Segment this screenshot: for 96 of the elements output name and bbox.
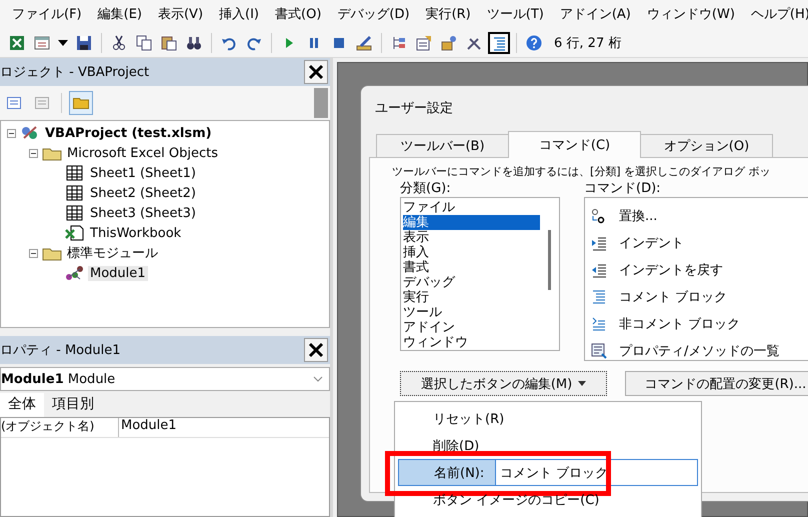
list-item[interactable]: 置換... <box>619 206 658 224</box>
list-item[interactable]: インデント <box>619 234 684 252</box>
project-icon <box>20 125 40 141</box>
objects-icon <box>441 34 457 50</box>
menu-item[interactable]: 表示(V) <box>150 5 212 23</box>
ruler-pencil-icon <box>356 34 372 50</box>
list-label: コマンド(D): <box>584 180 662 197</box>
modify-selection-button[interactable]: 選択したボタンの編集(M) <box>400 371 607 396</box>
scrollbar-thumb[interactable] <box>548 230 551 290</box>
list-item[interactable]: 実行 <box>403 290 540 305</box>
object-dropdown[interactable]: Module1 Module <box>0 367 330 391</box>
caret-icon <box>58 40 68 46</box>
tab[interactable]: 全体 <box>0 393 44 417</box>
chevron-down-icon <box>313 376 323 382</box>
panel-title: ロジェクト - VBAProject <box>0 64 150 81</box>
list-label: 分類(G): <box>400 180 452 197</box>
object-type: Module <box>68 372 116 386</box>
toggle-folders-button[interactable] <box>69 91 93 115</box>
list-item[interactable]: デバッグ <box>403 275 540 290</box>
list-item[interactable]: インデントを戻す <box>619 260 723 278</box>
tree-item[interactable]: Module1 <box>88 266 148 280</box>
form-icon <box>34 34 50 50</box>
folder-icon <box>73 97 89 109</box>
menu-item[interactable]: 書式(O) <box>267 5 330 23</box>
menu-item[interactable]: ボタン イメージのコピー(C) <box>395 486 701 513</box>
tree-item[interactable]: Sheet2 (Sheet2) <box>88 186 198 200</box>
list-item[interactable]: 挿入 <box>403 245 540 260</box>
outdent-icon <box>591 262 607 278</box>
close-icon <box>308 342 324 358</box>
menu-item[interactable]: ウィンドウ(W) <box>638 5 743 23</box>
menu-item[interactable]: 挿入(I) <box>211 5 268 23</box>
spreadsheet-icon <box>9 34 25 50</box>
dialog-title: ユーザー設定 <box>375 100 453 117</box>
tab[interactable]: オプション(O) <box>640 134 773 158</box>
list-item[interactable]: ツール <box>403 305 540 320</box>
menu-item[interactable]: ツール(T) <box>478 5 552 23</box>
close-button[interactable] <box>304 338 328 362</box>
list-item[interactable]: ウィンドウ <box>403 335 540 350</box>
object-name: Module1 <box>1 372 64 386</box>
tree-item[interactable]: ThisWorkbook <box>88 226 184 240</box>
scrollbar[interactable] <box>314 88 328 118</box>
list-item[interactable]: 表示 <box>403 230 540 245</box>
tab[interactable]: 項目別 <box>44 393 102 417</box>
copy-icon <box>136 34 152 50</box>
tree-icon <box>391 34 407 50</box>
field-label: 名前(N): <box>398 459 495 486</box>
close-button[interactable] <box>304 60 328 84</box>
menu-item[interactable]: デバッグ(D) <box>329 5 418 23</box>
rearrange-button[interactable]: コマンドの配置の変更(R)... <box>625 371 808 396</box>
instruction-text: ツールバーにコマンドを追加するには、[分類] を選択しこのダイアログ ボッ <box>392 164 772 179</box>
menu-item[interactable]: 実行(R) <box>418 5 479 23</box>
cursor-position: 6 行, 27 桁 <box>554 34 622 52</box>
form-view-icon <box>35 97 49 109</box>
menu-item[interactable]: リセット(R) <box>395 405 701 432</box>
indent-icon <box>591 234 607 250</box>
list-item[interactable]: アドイン <box>403 320 540 335</box>
name-field[interactable]: コメント ブロック <box>495 459 698 486</box>
properties-icon <box>416 34 432 50</box>
tree-item[interactable]: Sheet1 (Sheet1) <box>88 166 198 180</box>
toolbar-button[interactable] <box>488 32 510 54</box>
member-list-icon <box>591 342 607 358</box>
tree-item[interactable]: VBAProject (test.xlsm) <box>43 126 214 140</box>
code-view-icon <box>7 97 21 109</box>
close-icon <box>308 64 324 80</box>
list-item[interactable]: 非コメント ブロック <box>619 314 740 332</box>
panel-title: ロパティ - Module1 <box>0 342 120 359</box>
list-item[interactable]: プロパティ/メソッドの一覧 <box>619 342 780 360</box>
list-item[interactable]: 編集 <box>403 215 540 230</box>
list-item[interactable]: ファイル <box>403 200 540 215</box>
property-value[interactable]: Module1 <box>119 418 177 437</box>
help-icon <box>526 34 542 50</box>
uncomment-block-icon <box>591 316 607 332</box>
tree-item[interactable]: Sheet3 (Sheet3) <box>88 206 198 220</box>
tab[interactable]: コマンド(C) <box>508 131 641 158</box>
replace-icon <box>591 208 607 224</box>
workbook-icon <box>65 225 85 241</box>
comment-block-icon <box>591 288 607 304</box>
property-name: (オブジェクト名) <box>1 418 119 437</box>
tree-item[interactable]: Microsoft Excel Objects <box>65 146 220 160</box>
comment-block-icon <box>491 34 507 50</box>
list-item[interactable]: 書式 <box>403 260 540 275</box>
module-icon <box>65 265 85 281</box>
list-item[interactable]: コメント ブロック <box>619 288 728 306</box>
tab[interactable]: ツールバー(B) <box>376 134 509 158</box>
tree-item[interactable]: 標準モジュール <box>65 244 160 262</box>
menu-item[interactable]: アドイン(A) <box>552 5 639 23</box>
scissors-icon <box>111 34 127 50</box>
menu-item[interactable]: ファイル(F) <box>4 5 90 23</box>
worksheet-icon <box>65 165 85 181</box>
caret-icon <box>578 381 586 386</box>
binoculars-icon <box>186 34 202 50</box>
paste-icon <box>161 34 177 50</box>
worksheet-icon <box>65 185 85 201</box>
save-icon <box>76 34 92 50</box>
worksheet-icon <box>65 205 85 221</box>
menu-item[interactable]: 編集(E) <box>90 5 150 23</box>
